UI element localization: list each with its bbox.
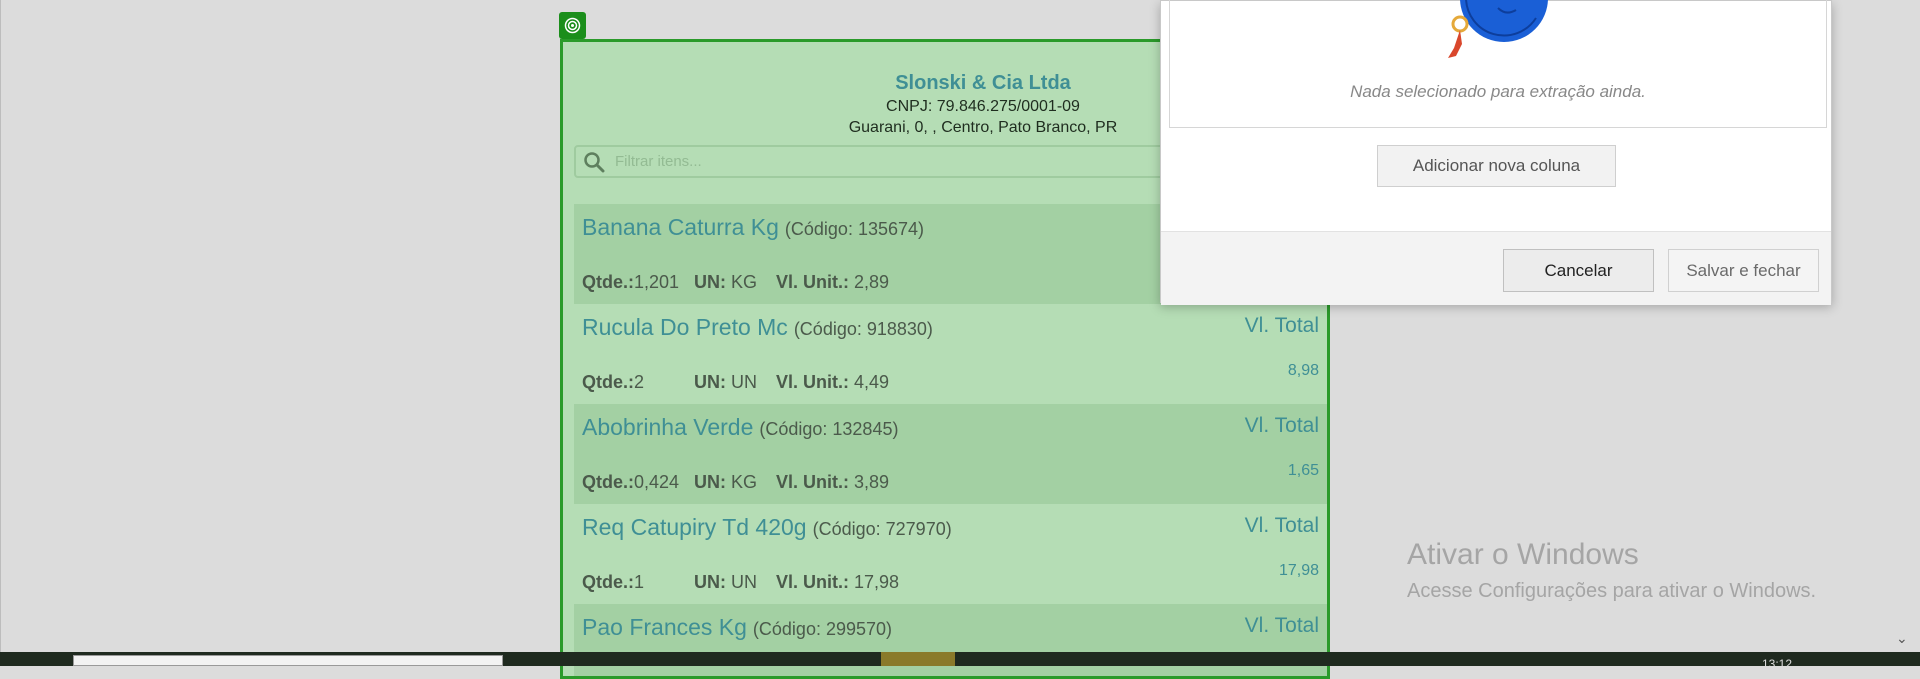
dialog-footer: Cancelar Salvar e fechar — [1161, 231, 1831, 305]
unit-price-value: 3,89 — [854, 472, 890, 492]
mascot-illustration-icon — [1448, 0, 1548, 58]
total-value: 8,98 — [1287, 362, 1319, 379]
qty-label: Qtde.: — [582, 472, 634, 492]
list-item[interactable]: Abobrinha Verde (Código: 132845) Vl. Tota… — [574, 404, 1327, 504]
total-label: Vl. Total — [1244, 314, 1319, 337]
item-code: (Código: 299570) — [752, 619, 893, 639]
activation-watermark-subtitle: Acesse Configurações para ativar o Windo… — [1407, 580, 1817, 602]
unit-price-label: Vl. Unit.: — [776, 572, 849, 592]
total-label: Vl. Total — [1244, 514, 1319, 537]
qty-value: 2 — [634, 372, 645, 392]
taskbar-clock: 13:12 — [1762, 657, 1793, 671]
scroll-down-icon[interactable]: ⌄ — [1896, 630, 1908, 647]
unit-value: KG — [731, 272, 758, 292]
activation-watermark-title: Ativar o Windows — [1407, 538, 1639, 571]
unit-label: UN: — [694, 572, 726, 592]
unit-price-value: 2,89 — [854, 272, 890, 292]
item-name: Req Catupiry Td 420g — [582, 514, 807, 540]
unit-label: UN: — [694, 272, 726, 292]
list-item[interactable]: Rucula Do Preto Mc (Código: 918830) Vl. T… — [574, 304, 1327, 404]
item-code: (Código: 132845) — [759, 419, 899, 439]
list-item[interactable]: Pao Frances Kg (Código: 299570) Vl. Total — [574, 604, 1327, 676]
item-name: Abobrinha Verde — [582, 414, 754, 440]
search-icon — [584, 151, 605, 172]
extraction-dialog: Nada selecionado para extração ainda. Ad… — [1160, 0, 1832, 305]
unit-value: UN — [731, 372, 758, 392]
add-column-button[interactable]: Adicionar nova coluna — [1377, 145, 1616, 187]
total-value: 17,98 — [1278, 562, 1319, 579]
selection-target-icon[interactable] — [559, 12, 586, 39]
total-label: Vl. Total — [1244, 414, 1319, 437]
qty-value: 1,201 — [634, 272, 680, 292]
qty-label: Qtde.: — [582, 272, 634, 292]
unit-price-label: Vl. Unit.: — [776, 472, 849, 492]
total-value: 1,65 — [1287, 462, 1319, 479]
unit-price-value: 17,98 — [854, 572, 900, 592]
taskbar-search-field[interactable] — [73, 655, 503, 666]
item-code: (Código: 918830) — [793, 319, 933, 339]
item-name: Pao Frances Kg — [582, 614, 747, 640]
item-name: Banana Caturra Kg — [582, 214, 779, 240]
unit-value: KG — [731, 472, 758, 492]
taskbar-active-app[interactable] — [881, 652, 955, 666]
cancel-button[interactable]: Cancelar — [1503, 249, 1654, 292]
qty-label: Qtde.: — [582, 572, 634, 592]
item-filter-input[interactable] — [613, 152, 1217, 171]
list-item[interactable]: Req Catupiry Td 420g (Código: 727970) Vl.… — [574, 504, 1327, 604]
unit-price-label: Vl. Unit.: — [776, 272, 849, 292]
unit-label: UN: — [694, 372, 726, 392]
unit-price-label: Vl. Unit.: — [776, 372, 849, 392]
unit-label: UN: — [694, 472, 726, 492]
item-code: (Código: 135674) — [784, 219, 925, 239]
total-label: Vl. Total — [1244, 614, 1319, 637]
page-left-edge — [0, 0, 1, 666]
unit-value: UN — [731, 572, 758, 592]
item-name: Rucula Do Preto Mc — [582, 314, 788, 340]
unit-price-value: 4,49 — [854, 372, 890, 392]
extraction-preview: Nada selecionado para extração ainda. — [1169, 0, 1827, 128]
qty-value: 0,424 — [634, 472, 680, 492]
qty-value: 1 — [634, 572, 645, 592]
item-code: (Código: 727970) — [812, 519, 952, 539]
save-and-close-button[interactable]: Salvar e fechar — [1668, 249, 1819, 292]
empty-selection-message: Nada selecionado para extração ainda. — [1350, 82, 1646, 101]
qty-label: Qtde.: — [582, 372, 634, 392]
